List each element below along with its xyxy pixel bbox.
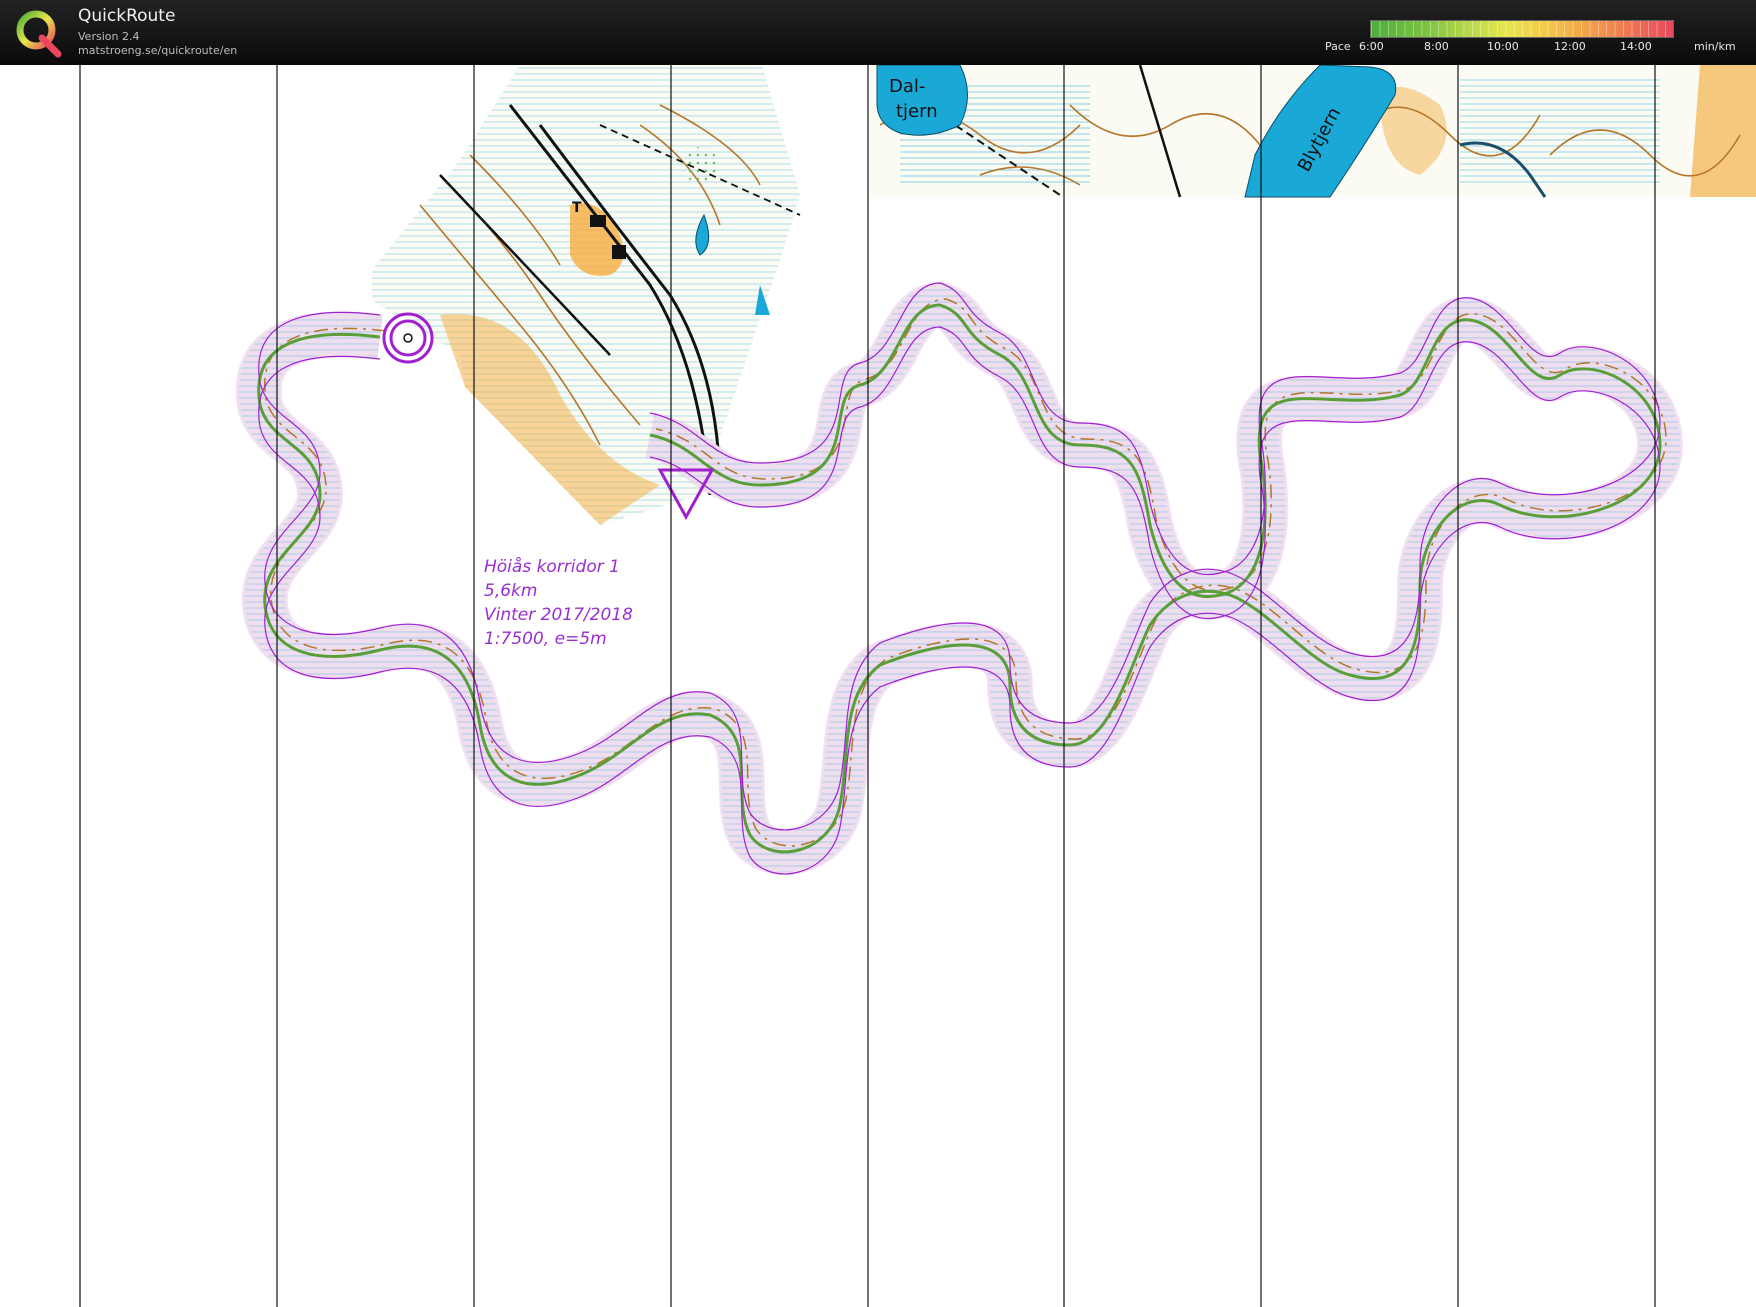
pace-tick: 6:00 bbox=[1359, 40, 1384, 53]
course-length: 5,6km bbox=[484, 581, 538, 601]
app-title: QuickRoute bbox=[78, 6, 176, 26]
corridor-boundary bbox=[258, 326, 1661, 875]
pace-unit: min/km bbox=[1694, 40, 1736, 53]
lake-label: Dal- bbox=[889, 76, 925, 97]
pace-tick: 14:00 bbox=[1620, 40, 1652, 53]
map-strip-north: Dal- tjern Blytjern bbox=[870, 65, 1756, 198]
course-name: Höiås korridor 1 bbox=[484, 557, 620, 577]
pace-label: Pace bbox=[1325, 40, 1351, 53]
course-info-text: Höiås korridor 1 5,6km Vinter 2017/2018 … bbox=[484, 555, 633, 651]
page-grid-lines bbox=[79, 65, 1656, 1307]
app-url[interactable]: matstroeng.se/quickroute/en bbox=[78, 44, 237, 57]
orienteering-map: Dal- tjern Blytjern T bbox=[79, 65, 1756, 1307]
pace-color-scale bbox=[1370, 20, 1674, 38]
app-version: Version 2.4 bbox=[78, 30, 140, 43]
pace-tick: 8:00 bbox=[1424, 40, 1449, 53]
course-scale: 1:7500, e=5m bbox=[484, 629, 607, 649]
map-canvas[interactable]: Dal- tjern Blytjern T Höiås korridor 1 5… bbox=[0, 65, 1756, 1307]
map-start-area: T bbox=[372, 65, 801, 525]
pace-tick: 12:00 bbox=[1554, 40, 1586, 53]
pace-legend: Pace 6:00 8:00 10:00 12:00 14:00 min/km bbox=[1320, 12, 1756, 62]
pace-tick: 10:00 bbox=[1487, 40, 1519, 53]
app-header: QuickRoute Version 2.4 matstroeng.se/qui… bbox=[0, 0, 1756, 65]
course-season: Vinter 2017/2018 bbox=[484, 605, 633, 625]
map-feature-label: T bbox=[572, 200, 582, 216]
lake-label: tjern bbox=[896, 101, 938, 122]
quickroute-logo-icon bbox=[16, 10, 62, 58]
finish-circle-icon bbox=[382, 312, 434, 364]
